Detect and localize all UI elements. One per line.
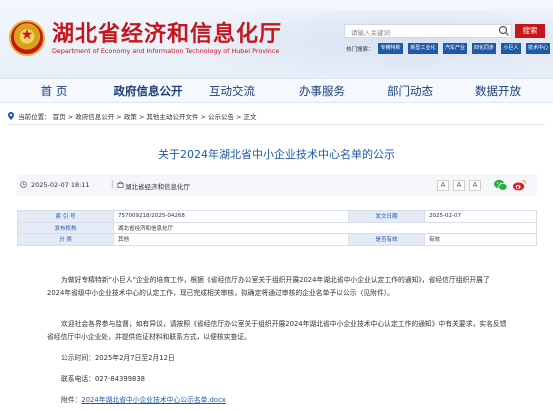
site-subtitle: Department of Economy and Information Te… xyxy=(52,47,280,55)
hot-tag-1[interactable]: 专精特新 xyxy=(378,43,403,54)
hot-search-label: 热门搜索： xyxy=(346,47,374,53)
date-label: 发文日期 xyxy=(348,210,425,223)
hot-tag-3[interactable]: 汽车产业 xyxy=(443,43,467,54)
index-value: 757009218/2025-04268 xyxy=(113,210,349,223)
index-label: 索 引 号 xyxy=(17,210,114,223)
article-title: 关于2024年湖北省中小企业技术中心名单的公示 xyxy=(158,148,395,161)
font-size-large-button[interactable]: A xyxy=(437,180,449,191)
table-row: 分 类 其他 是否有效 有效 xyxy=(17,233,537,246)
meta-separator: | xyxy=(111,180,114,188)
date-value: 2025-02-07 xyxy=(424,210,537,223)
nav-item-open-data[interactable]: 数据开放 xyxy=(466,79,530,103)
body-paragraph-1: 为做好专精特新“小巨人”企业的培育工作，根据《省经信厅办公室关于组织开展2024… xyxy=(47,276,490,297)
breadcrumb: 当前位置： 首页 > 政府信息公开 > 政策 > 其他主动公开文件 > 公示公告… xyxy=(8,111,257,121)
breadcrumb-label: 当前位置： xyxy=(18,113,51,121)
table-row: 索 引 号 757009218/2025-04268 发文日期 2025-02-… xyxy=(17,210,537,223)
info-table: 索 引 号 757009218/2025-04268 发文日期 2025-02-… xyxy=(17,210,537,246)
nav-item-home[interactable]: 首 页 xyxy=(28,79,80,103)
main-nav: 首 页 政府信息公开 互动交流 办事服务 部门动态 数据开放 xyxy=(0,78,553,103)
table-row: 发布机构 湖北省经济和信息化厅 xyxy=(17,221,537,234)
validity-label: 是否有效 xyxy=(348,233,425,246)
category-label: 分 类 xyxy=(17,233,114,246)
hot-tag-4[interactable]: 四化同步 xyxy=(472,43,496,54)
nav-item-interaction[interactable]: 互动交流 xyxy=(200,79,264,103)
search-icon[interactable] xyxy=(498,24,510,38)
search-button[interactable]: 搜索 xyxy=(515,24,545,38)
publisher-value: 湖北省经济和信息化厅 xyxy=(113,221,537,234)
source-icon xyxy=(117,181,124,188)
attachment-link[interactable]: 2024年湖北省中小企业技术中心公示名单.docx xyxy=(81,396,225,404)
site-title[interactable]: 湖北省经济和信息化厅 xyxy=(52,16,282,48)
clock-icon xyxy=(20,181,27,188)
article-source: 湖北省经济和信息化厅 xyxy=(125,183,190,191)
validity-value: 有效 xyxy=(424,233,537,246)
location-pin-icon xyxy=(8,112,14,120)
breadcrumb-path[interactable]: 首页 > 政府信息公开 > 政策 > 其他主动公开文件 > 公示公告 > 正文 xyxy=(53,113,257,121)
font-size-small-button[interactable]: A xyxy=(469,180,481,191)
publish-date: 2025-02-07 18:11 xyxy=(31,181,90,189)
hot-tag-5[interactable]: 小巨人 xyxy=(501,43,521,54)
site-header: 湖北省经济和信息化厅 Department of Economy and Inf… xyxy=(0,0,553,78)
attachment-row: 附件：2024年湖北省中小企业技术中心公示名单.docx xyxy=(61,394,226,404)
national-emblem-icon xyxy=(9,20,45,56)
publisher-label: 发布机构 xyxy=(17,221,114,234)
breadcrumb-divider xyxy=(8,124,545,125)
attachment-label: 附件： xyxy=(61,396,82,404)
publicity-period: 公示时间：2025年2月7日至2月12日 xyxy=(61,354,175,362)
category-value: 其他 xyxy=(113,233,349,246)
hot-tag-2[interactable]: 新型工业化 xyxy=(408,43,438,54)
font-size-medium-button[interactable]: A xyxy=(453,180,465,191)
nav-item-gov-info[interactable]: 政府信息公开 xyxy=(102,79,194,103)
hot-tag-6[interactable]: 技术中心 xyxy=(526,43,550,54)
search-input[interactable]: 请输入关键词 xyxy=(344,24,512,38)
nav-item-services[interactable]: 办事服务 xyxy=(290,79,354,103)
contact-phone: 联系电话：027-84399838 xyxy=(61,375,146,383)
weibo-icon[interactable] xyxy=(512,178,527,192)
body-paragraph-2: 欢迎社会各界参与监督，如有异议，请按照《省经信厅办公室关于组织开展2024年湖北… xyxy=(47,320,507,341)
wechat-icon[interactable] xyxy=(493,178,508,192)
article-meta-bar: 2025-02-07 18:11 | 湖北省经济和信息化厅 A A A xyxy=(17,174,537,196)
nav-item-news[interactable]: 部门动态 xyxy=(378,79,442,103)
